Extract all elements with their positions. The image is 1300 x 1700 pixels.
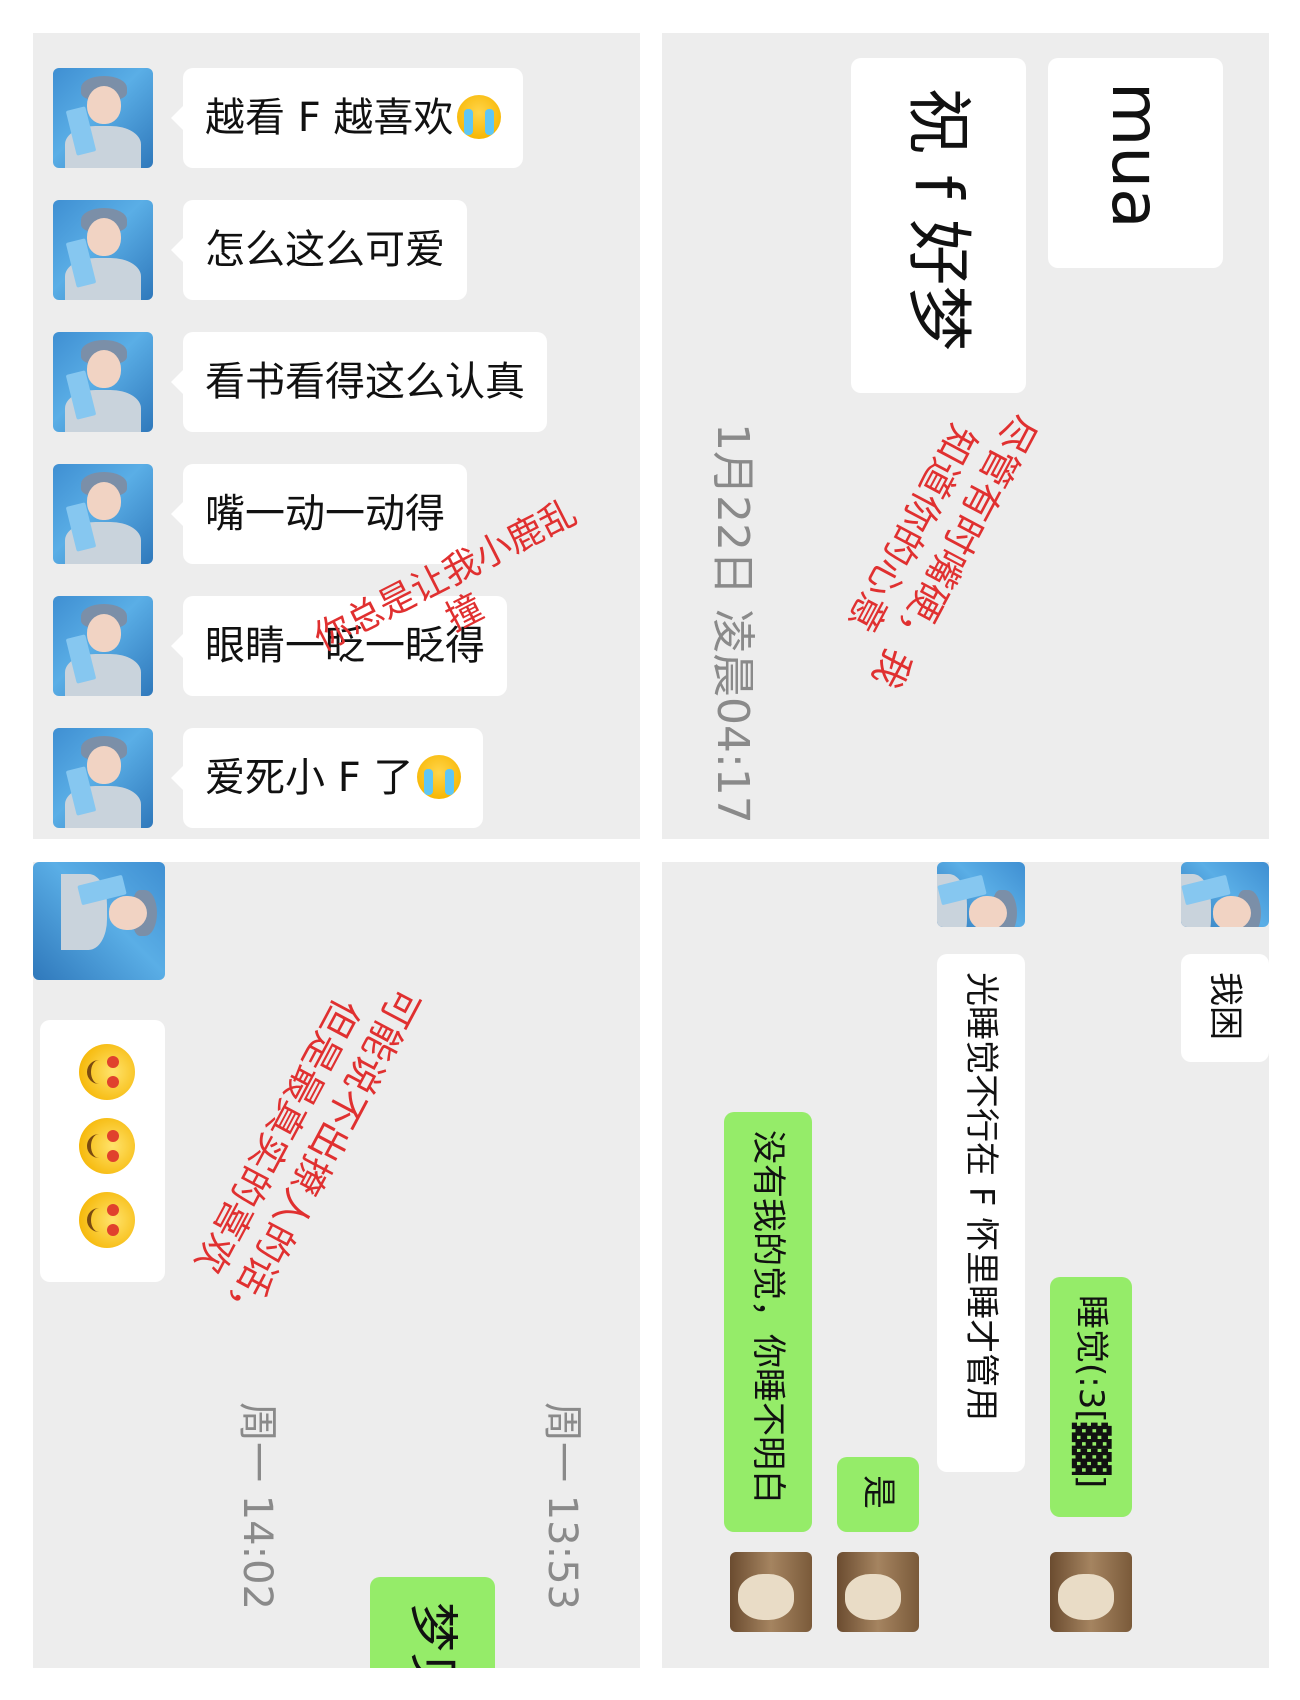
chat-panel-3: 周一 13:53 周一 14:02 梦见 可能说不出撩人的话， 但是最真实的喜欢 <box>33 862 640 1668</box>
rotated-chat-content: 周一 13:53 周一 14:02 梦见 可能说不出撩人的话， 但是最真实的喜欢 <box>33 862 640 1668</box>
chat-panel-1: 越看 F 越喜欢 怎么这么可爱 看书看得这么认真 嘴一动一动得 眼睛一眨一眨得 … <box>33 33 640 839</box>
rotated-chat-content: mua 祝 f 好梦 1月22日 凌晨04:17 尽管有时嘴硬，我 知道你的心意 <box>662 33 1269 839</box>
message-bubble[interactable]: 是 <box>837 1457 919 1532</box>
message-text: 嘴一动一动得 <box>205 491 445 537</box>
heart-eyes-face-icon <box>79 1118 135 1174</box>
message-text: 我困 <box>1205 972 1245 1040</box>
message-text: 光睡觉不行在 F 怀里睡才管用 <box>961 972 1001 1422</box>
message-bubble[interactable]: 祝 f 好梦 <box>851 58 1026 393</box>
user-avatar[interactable] <box>1050 1552 1132 1632</box>
contact-avatar[interactable] <box>1181 862 1269 927</box>
message-bubble[interactable]: 越看 F 越喜欢 <box>170 68 524 168</box>
message-bubble[interactable]: 怎么这么可爱 <box>171 200 467 300</box>
message-bubble[interactable]: 光睡觉不行在 F 怀里睡才管用 <box>937 954 1025 1472</box>
rotated-chat-content: 我困 光睡觉不行在 F 怀里睡才管用 睡觉(:3[▓▓] 是 没有我的觉，你睡不… <box>662 862 1269 1668</box>
message-bubble[interactable]: 看书看得这么认真 <box>171 332 547 432</box>
message-text: 是 <box>858 1475 898 1509</box>
contact-avatar[interactable] <box>937 862 1025 927</box>
chat-panel-4: 我困 光睡觉不行在 F 怀里睡才管用 睡觉(:3[▓▓] 是 没有我的觉，你睡不… <box>662 862 1269 1668</box>
message-text: 梦见 <box>404 1602 462 1668</box>
message-bubble[interactable]: 没有我的觉，你睡不明白 <box>724 1112 812 1532</box>
message-text: 没有我的觉，你睡不明白 <box>748 1130 788 1504</box>
timestamp: 1月22日 凌晨04:17 <box>707 423 758 824</box>
contact-avatar[interactable] <box>53 464 153 564</box>
heart-eyes-face-icon <box>79 1044 135 1100</box>
contact-avatar[interactable] <box>53 68 153 168</box>
message-text: 睡觉(:3[▓▓] <box>1071 1295 1111 1489</box>
contact-avatar[interactable] <box>53 596 153 696</box>
message-text: mua <box>1097 82 1174 229</box>
message-text: 越看 F 越喜欢 <box>205 95 454 141</box>
heart-eyes-face-icon <box>79 1192 135 1248</box>
contact-avatar[interactable] <box>33 862 165 980</box>
user-avatar[interactable] <box>837 1552 919 1632</box>
handwritten-caption: 可能说不出撩人的话， 但是最真实的喜欢 <box>167 957 430 1338</box>
chat-panel-2: mua 祝 f 好梦 1月22日 凌晨04:17 尽管有时嘴硬，我 知道你的心意 <box>662 33 1269 839</box>
crying-face-icon <box>417 755 462 799</box>
contact-avatar[interactable] <box>53 332 153 432</box>
user-avatar[interactable] <box>730 1552 812 1632</box>
message-bubble[interactable] <box>40 1020 165 1282</box>
contact-avatar[interactable] <box>53 200 153 300</box>
message-text: 怎么这么可爱 <box>205 227 445 273</box>
crying-face-icon <box>457 95 502 139</box>
message-text: 看书看得这么认真 <box>205 359 525 405</box>
contact-avatar[interactable] <box>53 728 153 828</box>
message-bubble[interactable]: 睡觉(:3[▓▓] <box>1050 1277 1132 1517</box>
message-text: 爱死小 F 了 <box>205 755 414 801</box>
message-text: 祝 f 好梦 <box>900 88 977 352</box>
timestamp: 周一 14:02 <box>234 1402 280 1610</box>
message-bubble[interactable]: mua <box>1048 58 1223 268</box>
message-bubble[interactable]: 爱死小 F 了 <box>170 728 484 828</box>
message-bubble[interactable]: 嘴一动一动得 <box>171 464 467 564</box>
message-bubble[interactable]: 梦见 <box>370 1577 495 1668</box>
timestamp: 周一 13:53 <box>539 1402 585 1610</box>
handwritten-caption: 尽管有时嘴硬，我 知道你的心意 <box>820 383 1047 696</box>
message-bubble[interactable]: 我困 <box>1181 954 1269 1062</box>
